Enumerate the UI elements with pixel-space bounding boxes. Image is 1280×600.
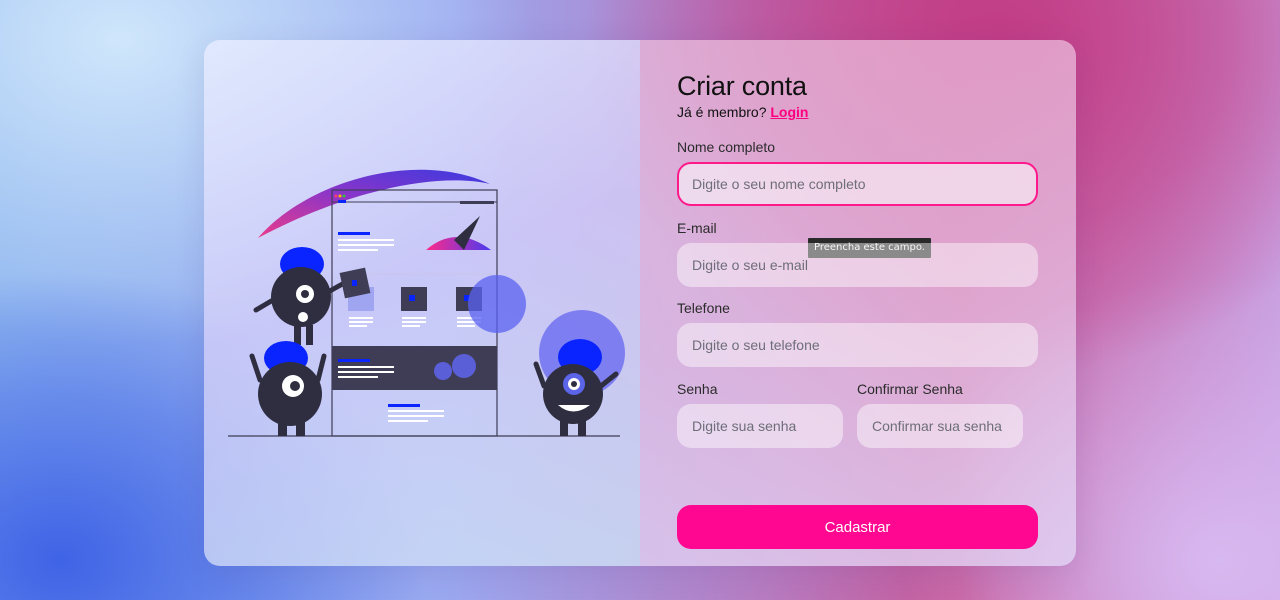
illustration-panel bbox=[204, 40, 640, 566]
register-button[interactable]: Cadastrar bbox=[677, 505, 1038, 549]
email-field-group: E-mail bbox=[677, 219, 1038, 287]
login-prompt-text: Já é membro? bbox=[677, 104, 767, 120]
name-input[interactable] bbox=[677, 162, 1038, 206]
confirm-password-label: Confirmar Senha bbox=[857, 381, 963, 397]
password-field-group: Senha bbox=[677, 380, 843, 448]
page-title: Criar conta bbox=[677, 71, 807, 101]
login-link[interactable]: Login bbox=[770, 104, 808, 120]
email-label: E-mail bbox=[677, 220, 717, 236]
password-input[interactable] bbox=[677, 404, 843, 448]
phone-field-group: Telefone bbox=[677, 299, 1038, 367]
form-panel: Criar conta Já é membro? Login Nome comp… bbox=[640, 40, 1076, 566]
name-label: Nome completo bbox=[677, 139, 776, 155]
signup-form: Criar conta Já é membro? Login Nome comp… bbox=[677, 70, 1039, 549]
password-label: Senha bbox=[677, 381, 718, 397]
confirm-password-input[interactable] bbox=[857, 404, 1023, 448]
email-input[interactable] bbox=[677, 243, 1038, 287]
login-prompt: Já é membro? Login bbox=[677, 103, 1039, 121]
signup-card: Criar conta Já é membro? Login Nome comp… bbox=[204, 40, 1076, 566]
confirm-password-field-group: Confirmar Senha bbox=[857, 380, 1023, 448]
phone-input[interactable] bbox=[677, 323, 1038, 367]
phone-label: Telefone bbox=[677, 300, 730, 316]
monsters-building-website-illustration bbox=[228, 169, 625, 437]
name-field-group: Nome completo bbox=[677, 138, 1038, 206]
